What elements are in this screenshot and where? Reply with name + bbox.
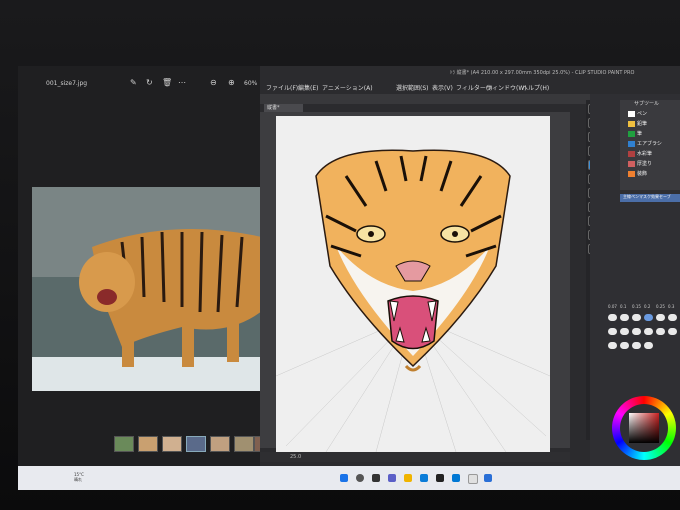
menu-selection[interactable]: 選択範囲(S) [396,83,429,92]
zoom-in-icon[interactable]: ⊕ [228,78,235,87]
weather-widget[interactable]: 15°C 晴れ [74,472,84,482]
brush-size-swatch[interactable] [608,328,617,335]
brush-size-label: 0.25 [656,304,665,309]
chat-icon[interactable] [388,474,396,482]
viewer-titlebar: 001_size7.jpg ✎ ↻ 🗑 ⋯ ⊖ ⊕ 60% [18,66,262,92]
brush-size-swatch[interactable] [632,328,641,335]
brush-size-label: 0.1 [620,304,627,309]
subtool-item-pen[interactable]: ペン [628,110,647,117]
filmstrip-thumbnail[interactable] [114,436,134,452]
brush-size-swatch[interactable] [656,328,665,335]
clip-studio-window: ﾄﾗ 縦書* (A4 210.00 x 297.00mm 350dpi 25.0… [260,66,680,466]
edit-icon[interactable]: ✎ [130,78,137,87]
viewer-filename: 001_size7.jpg [46,80,88,87]
weather-description: 晴れ [74,477,82,482]
filmstrip-thumbnail[interactable] [138,436,158,452]
clip-studio-icon[interactable] [468,474,478,484]
taskbar: 15°C 晴れ [18,466,680,490]
subtool-header: サブツール [634,101,660,107]
more-icon[interactable]: ⋯ [178,78,186,87]
rotate-icon[interactable]: ↻ [146,78,153,87]
menu-bar: ファイル(F) 編集(E) アニメーション(A) 選択範囲(S) 表示(V) フ… [260,82,680,94]
brush-size-swatch[interactable] [608,342,617,349]
zoom-out-icon[interactable]: ⊖ [210,78,217,87]
tiger-photo [32,187,272,391]
file-explorer-icon[interactable] [404,474,412,482]
subtool-item-brush[interactable]: 筆 [628,130,642,137]
filmstrip-thumbnail[interactable] [186,436,206,452]
document-tab[interactable]: 縦書* [264,104,303,112]
subtool-item-decoration[interactable]: 装飾 [628,170,647,177]
subtool-item-airbrush[interactable]: エアブラシ [628,140,662,147]
brush-size-swatch[interactable] [632,342,641,349]
tiger-drawing-canvas[interactable] [276,116,550,452]
subtool-item-watercolor[interactable]: 水彩筆 [628,150,652,157]
brush-size-swatch[interactable] [608,314,617,321]
brush-size-swatch[interactable] [644,328,653,335]
color-wheel[interactable] [612,396,676,460]
menu-help[interactable]: ヘルプ(H) [522,83,549,92]
selected-subtool[interactable]: 主線ペンマスク効果セーブ [620,194,680,202]
photo-viewer-window: 001_size7.jpg ✎ ↻ 🗑 ⋯ ⊖ ⊕ 60% [18,66,274,466]
filmstrip-thumbnail[interactable] [210,436,230,452]
filmstrip-thumbnail[interactable] [234,436,254,452]
subtool-item-thick-paint[interactable]: 厚塗り [628,160,652,167]
brush-size-palette: 0.07 0.1 0.15 0.2 0.25 0.3 [606,304,680,364]
brush-size-swatch[interactable] [644,314,653,321]
menu-edit[interactable]: 編集(E) [298,83,318,92]
brush-size-swatch[interactable] [656,314,665,321]
brush-size-label: 0.3 [668,304,675,309]
zoom-level: 60% [244,80,258,87]
task-view-icon[interactable] [372,474,380,482]
start-icon[interactable] [340,474,348,482]
brush-size-swatch[interactable] [668,314,677,321]
delete-icon[interactable]: 🗑 [162,78,172,87]
menu-window[interactable]: ウィンドウ(W) [486,83,527,92]
menu-animation[interactable]: アニメーション(A) [322,83,373,92]
brush-size-swatch[interactable] [620,328,629,335]
edge-icon[interactable] [420,474,428,482]
brush-size-swatch[interactable] [620,314,629,321]
mail-icon[interactable] [452,474,460,482]
brush-size-label: 0.15 [632,304,641,309]
brush-size-swatch[interactable] [632,314,641,321]
subtool-palette: サブツール ペン 鉛筆 筆 エアブラシ 水彩筆 厚塗り 装飾 [620,100,680,190]
brush-size-swatch[interactable] [620,342,629,349]
menu-view[interactable]: 表示(V) [432,83,453,92]
zoom-status: 25.0 [290,454,302,460]
screen: 001_size7.jpg ✎ ↻ 🗑 ⋯ ⊖ ⊕ 60% ﾄﾗ 縦書* (A4… [18,66,680,490]
brush-size-label: 0.2 [644,304,651,309]
search-icon[interactable] [356,474,364,482]
brush-size-label: 0.07 [608,304,617,309]
brush-size-swatch[interactable] [668,328,677,335]
brush-size-swatch[interactable] [644,342,653,349]
subtool-item-pencil[interactable]: 鉛筆 [628,120,647,127]
menu-file[interactable]: ファイル(F) [266,83,298,92]
status-bar: 25.0 [260,452,570,462]
command-bar [260,94,590,104]
filmstrip-thumbnail[interactable] [162,436,182,452]
store-icon[interactable] [436,474,444,482]
photos-icon[interactable] [484,474,492,482]
color-picker-square[interactable] [629,413,659,443]
window-title: ﾄﾗ 縦書* (A4 210.00 x 297.00mm 350dpi 25.0… [450,70,635,76]
